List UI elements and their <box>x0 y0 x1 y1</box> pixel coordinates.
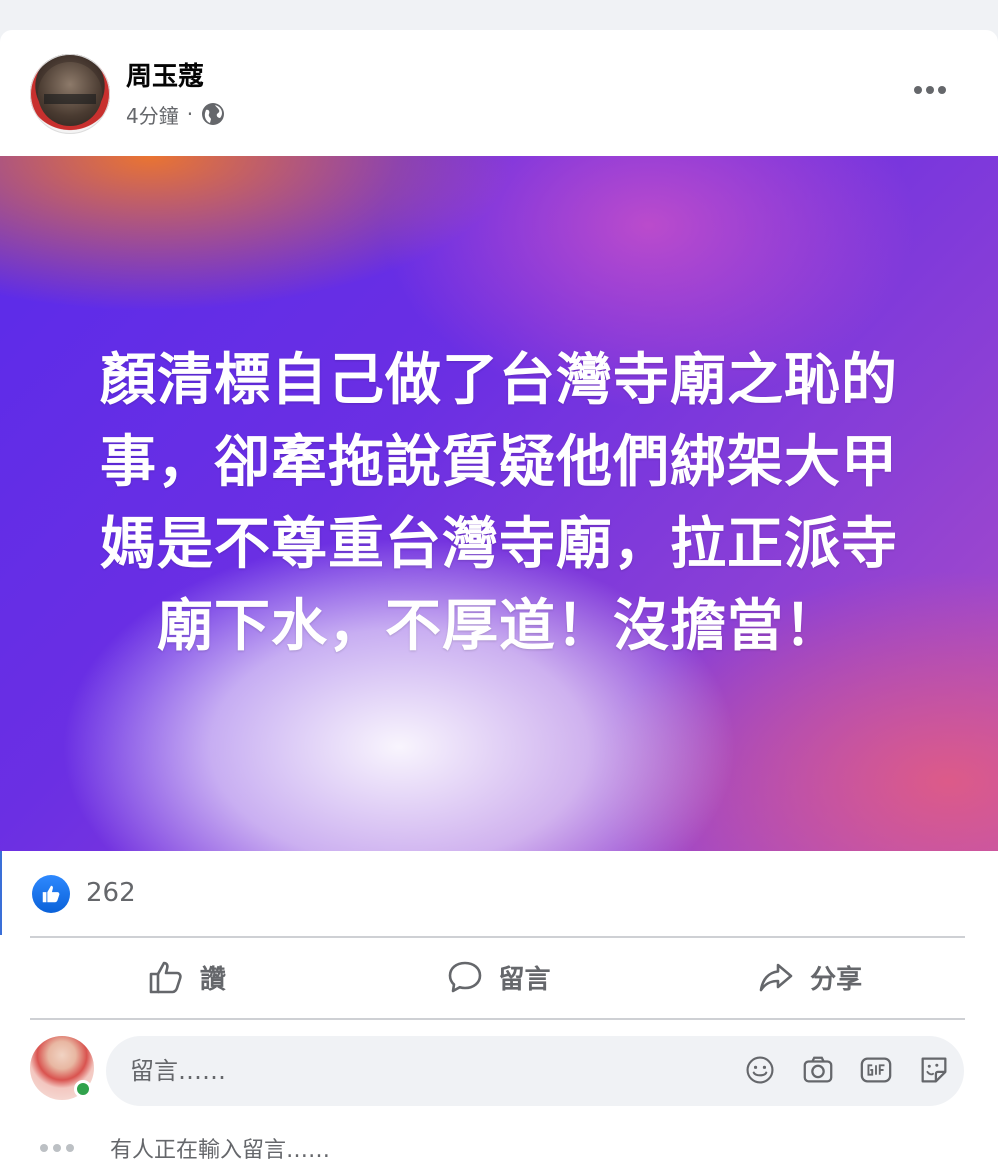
post-text-line: 媽是不尊重台灣寺廟，拉正派寺 <box>100 511 898 577</box>
typing-indicator: 有人正在輸入留言…… <box>40 1130 330 1166</box>
share-button[interactable]: 分享 <box>653 938 965 1016</box>
typing-dot <box>40 1144 48 1152</box>
online-status-dot <box>74 1080 92 1098</box>
gif-icon[interactable] <box>858 1052 894 1088</box>
comment-bubble-icon <box>448 961 481 993</box>
thumbs-up-icon <box>149 961 182 994</box>
like-button-label: 讚 <box>199 964 226 995</box>
post-text-line: 事，卻牽拖說質疑他們綁架大甲 <box>100 429 898 495</box>
globe-icon[interactable] <box>201 102 225 126</box>
share-arrow-icon <box>759 963 793 992</box>
more-dot <box>926 86 934 94</box>
typing-text: 有人正在輸入留言…… <box>110 1138 331 1163</box>
camera-icon[interactable] <box>800 1052 836 1088</box>
typing-dots-icon <box>40 1144 80 1152</box>
typing-dot <box>66 1144 74 1152</box>
like-button[interactable]: 讚 <box>30 938 342 1016</box>
more-dot <box>938 86 946 94</box>
share-button-label: 分享 <box>810 964 863 995</box>
post-header: 周玉蔻 4分鐘 · <box>0 30 998 156</box>
emoji-icon[interactable] <box>742 1052 778 1088</box>
meta-separator: · <box>186 102 194 126</box>
avatar-banner <box>44 94 96 104</box>
comment-button-label: 留言 <box>498 964 551 995</box>
more-options-icon[interactable] <box>908 78 952 102</box>
typing-dot <box>53 1144 61 1152</box>
action-bar: 讚 留言 分享 <box>30 938 965 1016</box>
reactions-left-border <box>0 851 2 935</box>
more-dot <box>914 86 922 94</box>
comment-composer <box>0 1020 998 1110</box>
author-name[interactable]: 周玉蔻 <box>126 56 204 93</box>
sticker-icon[interactable] <box>916 1052 952 1088</box>
post-text-line: 廟下水，不厚道！沒擔當！ <box>157 593 841 659</box>
reactions-bar[interactable]: 262 <box>0 851 998 935</box>
post-meta: 4分鐘 · <box>126 100 225 128</box>
comment-button[interactable]: 留言 <box>342 938 654 1016</box>
post-text-line: 顏清標自己做了台灣寺廟之恥的 <box>100 347 898 413</box>
post-background[interactable]: 顏清標自己做了台灣寺廟之恥的 事，卻牽拖說質疑他們綁架大甲 媽是不尊重台灣寺廟，… <box>0 156 998 851</box>
like-count[interactable]: 262 <box>86 878 136 908</box>
like-icon[interactable] <box>32 875 70 913</box>
post-card: 周玉蔻 4分鐘 · 顏清標自己做了台灣寺廟之恥的 事，卻牽拖說質疑他們綁架大甲 … <box>0 30 998 1174</box>
author-avatar[interactable] <box>30 54 110 134</box>
comment-input-icons <box>742 1052 952 1088</box>
post-text: 顏清標自己做了台灣寺廟之恥的 事，卻牽拖說質疑他們綁架大甲 媽是不尊重台灣寺廟，… <box>69 340 929 668</box>
post-time[interactable]: 4分鐘 <box>126 100 179 129</box>
